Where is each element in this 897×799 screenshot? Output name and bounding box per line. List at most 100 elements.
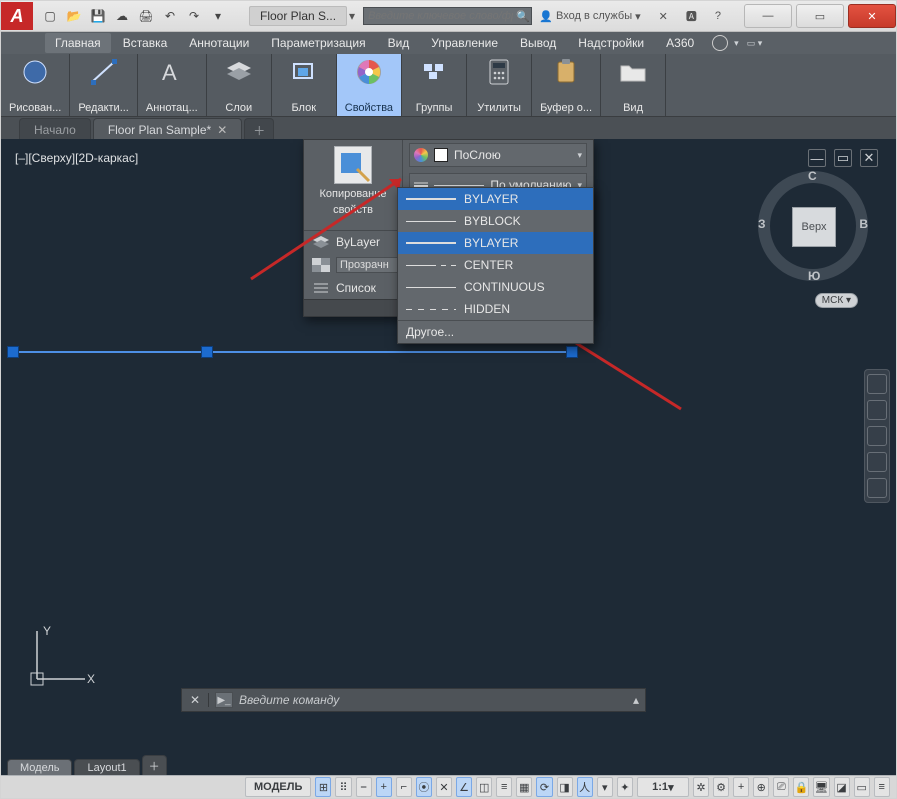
tab-manage[interactable]: Управление bbox=[421, 33, 508, 53]
status-quickprops-icon[interactable]: ⎚ bbox=[773, 777, 789, 797]
status-ortho-icon[interactable]: ⌐ bbox=[396, 777, 412, 797]
search-input[interactable] bbox=[363, 7, 532, 25]
status-osnap-icon[interactable]: ∠ bbox=[456, 777, 472, 797]
status-iso-icon[interactable]: ✕ bbox=[436, 777, 452, 797]
linetype-item-bylayer[interactable]: BYLAYER bbox=[398, 188, 593, 210]
layout-tab-layout1[interactable]: Layout1 bbox=[74, 759, 139, 776]
vp-restore-icon[interactable]: ▭ bbox=[834, 149, 852, 167]
panel-view[interactable]: Вид bbox=[601, 54, 666, 116]
status-infer-icon[interactable]: ⎯ bbox=[356, 777, 372, 797]
showmotion-icon[interactable] bbox=[867, 478, 887, 498]
file-tab-start[interactable]: Начало bbox=[19, 118, 91, 141]
commandline-close-icon[interactable]: ✕ bbox=[188, 693, 209, 707]
status-cycling-icon[interactable]: ⟳ bbox=[536, 777, 552, 797]
maximize-button[interactable]: ▭ bbox=[796, 4, 844, 28]
grip-endpoint-right[interactable] bbox=[566, 346, 578, 358]
tab-addins[interactable]: Надстройки bbox=[568, 33, 654, 53]
tab-insert[interactable]: Вставка bbox=[113, 33, 178, 53]
saveas-icon[interactable]: ☁ bbox=[111, 5, 133, 27]
commandline-prompt-icon[interactable]: ▶_ bbox=[215, 692, 233, 708]
redo-icon[interactable]: ↷ bbox=[183, 5, 205, 27]
help-icon[interactable]: ? bbox=[708, 4, 728, 28]
status-3dosnap-icon[interactable]: ◨ bbox=[557, 777, 573, 797]
viewcube-face-top[interactable]: Верх bbox=[792, 207, 836, 247]
a360-icon[interactable]: 🅰 bbox=[679, 4, 704, 28]
viewcube-west[interactable]: З bbox=[758, 217, 766, 231]
document-title-caret-icon[interactable]: ▾ bbox=[349, 9, 355, 23]
match-properties-button[interactable]: Копирование свойств bbox=[304, 140, 403, 230]
file-tab-floorplan[interactable]: Floor Plan Sample* ✕ bbox=[93, 118, 242, 141]
tab-home[interactable]: Главная bbox=[45, 33, 111, 53]
commandline-recent-icon[interactable]: ▴ bbox=[633, 693, 639, 707]
tab-annotate[interactable]: Аннотации bbox=[179, 33, 259, 53]
ribbon-settings-icon[interactable] bbox=[712, 35, 728, 51]
exchange-icon[interactable]: ✕ bbox=[652, 4, 675, 28]
ribbon-caret-icon[interactable]: ▾ bbox=[734, 38, 739, 49]
steering-wheel-icon[interactable] bbox=[867, 374, 887, 394]
status-annoscale-icon[interactable]: ✲ bbox=[693, 777, 709, 797]
ucs-icon[interactable]: Y X bbox=[25, 621, 95, 694]
panel-utilities[interactable]: Утилиты bbox=[467, 54, 532, 116]
layout-tab-model[interactable]: Модель bbox=[7, 759, 72, 776]
tab-a360[interactable]: A360 bbox=[656, 33, 704, 53]
status-polar-icon[interactable]: ⦿ bbox=[416, 777, 432, 797]
status-transparency-icon[interactable]: ▦ bbox=[516, 777, 532, 797]
qat-more-icon[interactable]: ▾ bbox=[207, 5, 229, 27]
panel-annotation[interactable]: A Аннотац... bbox=[138, 54, 207, 116]
document-title[interactable]: Floor Plan S... bbox=[249, 6, 347, 26]
vp-minimize-icon[interactable]: — bbox=[808, 149, 826, 167]
minimize-button[interactable]: — bbox=[744, 4, 792, 28]
grip-endpoint-left[interactable] bbox=[7, 346, 19, 358]
signin-button[interactable]: 👤 Вход в службы ▾ bbox=[532, 4, 647, 28]
status-customize-icon[interactable]: ≡ bbox=[874, 777, 890, 797]
app-logo[interactable]: A bbox=[1, 2, 33, 30]
panel-modify[interactable]: Редакти... bbox=[70, 54, 138, 116]
layout-tab-add[interactable]: ＋ bbox=[142, 755, 167, 776]
linetype-item-hidden[interactable]: HIDDEN bbox=[398, 298, 593, 320]
save-icon[interactable]: 💾 bbox=[87, 5, 109, 27]
status-clean-icon[interactable]: ▭ bbox=[854, 777, 870, 797]
status-otrack-icon[interactable]: ◫ bbox=[476, 777, 492, 797]
linetype-item-center[interactable]: CENTER bbox=[398, 254, 593, 276]
viewcube-south[interactable]: Ю bbox=[808, 269, 820, 283]
status-units-icon[interactable]: ⊕ bbox=[753, 777, 769, 797]
new-icon[interactable]: ▢ bbox=[39, 5, 61, 27]
panel-clipboard[interactable]: Буфер о... bbox=[532, 54, 601, 116]
status-filter-icon[interactable]: ▾ bbox=[597, 777, 613, 797]
linetype-item-byblock[interactable]: BYBLOCK bbox=[398, 210, 593, 232]
drawing-canvas[interactable]: [–][Сверху][2D-каркас] — ▭ ✕ Копирование… bbox=[1, 139, 896, 756]
panel-draw[interactable]: Рисован... bbox=[1, 54, 70, 116]
pan-icon[interactable] bbox=[867, 400, 887, 420]
open-icon[interactable]: 📂 bbox=[63, 5, 85, 27]
wcs-badge[interactable]: МСК ▾ bbox=[815, 293, 858, 308]
print-icon[interactable]: 🖨 bbox=[135, 5, 157, 27]
tab-output[interactable]: Вывод bbox=[510, 33, 566, 53]
panel-block[interactable]: Блок bbox=[272, 54, 337, 116]
command-line[interactable]: ✕ ▶_ Введите команду ▴ bbox=[181, 688, 646, 712]
status-dynamic-ucs-icon[interactable]: 人 bbox=[577, 777, 593, 797]
tab-view[interactable]: Вид bbox=[378, 33, 420, 53]
file-tab-new[interactable]: ＋ bbox=[244, 118, 274, 141]
viewcube[interactable]: Верх С Ю З В bbox=[758, 171, 868, 281]
status-scale-button[interactable]: 1:1 ▾ bbox=[637, 777, 689, 797]
zoom-icon[interactable] bbox=[867, 426, 887, 446]
viewcube-north[interactable]: С bbox=[808, 169, 817, 183]
panel-groups[interactable]: Группы bbox=[402, 54, 467, 116]
ribbon-minimize-icon[interactable]: ▭ ▾ bbox=[747, 38, 763, 49]
status-grid-icon[interactable]: ⊞ bbox=[315, 777, 331, 797]
color-dropdown[interactable]: ПоСлою ▾ bbox=[409, 143, 587, 167]
grip-midpoint[interactable] bbox=[201, 346, 213, 358]
linetype-item-bylayer2[interactable]: BYLAYER bbox=[398, 232, 593, 254]
vp-close-icon[interactable]: ✕ bbox=[860, 149, 878, 167]
tab-parametric[interactable]: Параметризация bbox=[261, 33, 375, 53]
orbit-icon[interactable] bbox=[867, 452, 887, 472]
status-gizmo-icon[interactable]: ✦ bbox=[617, 777, 633, 797]
close-button[interactable]: ✕ bbox=[848, 4, 896, 28]
linetype-item-continuous[interactable]: CONTINUOUS bbox=[398, 276, 593, 298]
status-lineweight-icon[interactable]: ≡ bbox=[496, 777, 512, 797]
file-tab-close-icon[interactable]: ✕ bbox=[217, 123, 227, 137]
status-workspace-icon[interactable]: ⚙ bbox=[713, 777, 729, 797]
status-snap-icon[interactable]: ⠿ bbox=[335, 777, 351, 797]
viewport-label[interactable]: [–][Сверху][2D-каркас] bbox=[15, 151, 138, 165]
undo-icon[interactable]: ↶ bbox=[159, 5, 181, 27]
